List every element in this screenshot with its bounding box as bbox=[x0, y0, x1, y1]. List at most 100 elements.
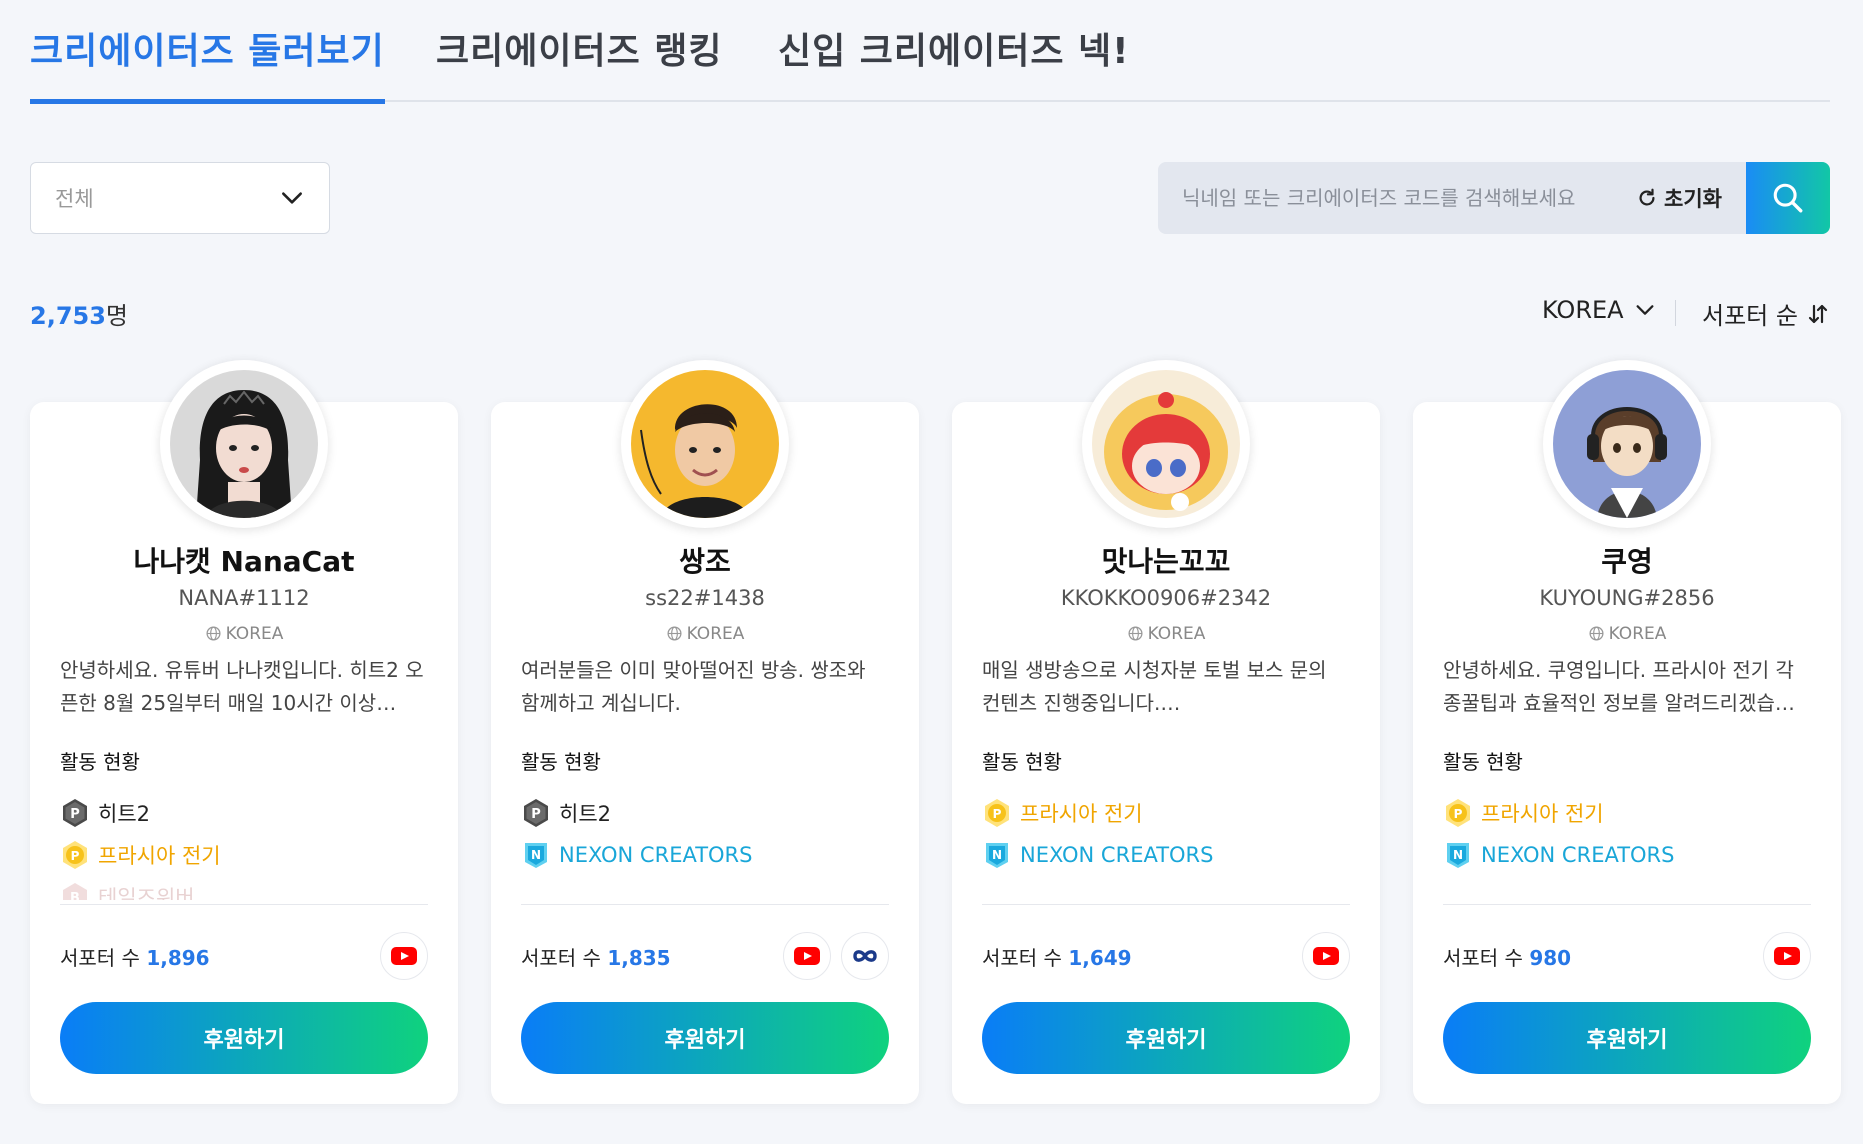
activity-title: 활동 현황 bbox=[521, 750, 601, 774]
creator-description: 안녕하세요. 유튜버 나나캣입니다. 히트2 오픈한 8월 25일부터 매일 1… bbox=[60, 658, 424, 715]
creator-description: 안녕하세요. 쿠영입니다. 프라시아 전기 각종꿀팁과 효율적인 정보를 알려드… bbox=[1443, 658, 1795, 715]
sort-select[interactable]: 서포터 순 bbox=[1702, 296, 1830, 331]
svg-text:N: N bbox=[992, 848, 1002, 862]
avatar-image bbox=[170, 370, 318, 518]
p-badge-gold-icon: P bbox=[63, 841, 87, 869]
creator-country-text: KOREA bbox=[225, 624, 284, 644]
tab-new-creators[interactable]: 신입 크리에이터즈 넥! bbox=[778, 22, 1130, 102]
avatar[interactable] bbox=[160, 360, 328, 528]
avatar[interactable] bbox=[1082, 360, 1250, 528]
sponsor-button[interactable]: 후원하기 bbox=[521, 1002, 889, 1074]
card-divider bbox=[60, 904, 428, 905]
activity-item[interactable]: N NEXON CREATORS bbox=[1443, 834, 1811, 876]
supporter-count: 서포터 수 1,896 bbox=[60, 942, 210, 971]
avatar[interactable] bbox=[1543, 360, 1711, 528]
creator-name: 쿠영 bbox=[1601, 545, 1653, 578]
result-count-number: 2,753 bbox=[30, 302, 106, 330]
nexon-badge-icon: N bbox=[525, 843, 547, 868]
sort-select-value: 서포터 순 bbox=[1702, 302, 1798, 330]
activity-list: P 히트2 P 프라시아 전기 B 테일즈위버 bbox=[60, 792, 428, 900]
creator-country: KOREA bbox=[952, 624, 1380, 644]
svg-text:P: P bbox=[531, 807, 541, 822]
p-badge-gold-icon: P bbox=[1446, 799, 1470, 827]
youtube-link-button[interactable] bbox=[1302, 932, 1350, 980]
youtube-icon bbox=[1313, 947, 1339, 965]
country-select[interactable]: KOREA bbox=[1542, 296, 1656, 324]
activity-label: 프라시아 전기 bbox=[1481, 802, 1604, 826]
search-icon bbox=[1773, 183, 1803, 213]
youtube-link-button[interactable] bbox=[783, 932, 831, 980]
nexon-badge-icon: N bbox=[986, 843, 1008, 868]
supporter-count-label: 서포터 수 bbox=[521, 946, 601, 970]
card-divider bbox=[1443, 904, 1811, 905]
creator-card: 나나캣 NanaCat NANA#1112 KOREA 안녕하세요. 유튜버 나… bbox=[30, 360, 458, 1104]
p-badge-gray-icon: P bbox=[524, 799, 548, 827]
tab-creators-ranking[interactable]: 크리에이터즈 랭킹 bbox=[436, 22, 723, 102]
svg-text:P: P bbox=[71, 849, 80, 863]
sort-arrows-icon bbox=[1808, 304, 1828, 323]
activity-title: 활동 현황 bbox=[60, 750, 140, 774]
avatar-image bbox=[1553, 370, 1701, 518]
social-links bbox=[783, 932, 889, 980]
activity-label: 히트2 bbox=[98, 802, 151, 826]
creator-code: NANA#1112 bbox=[178, 586, 310, 610]
nexon-badge-icon: N bbox=[1447, 843, 1469, 868]
activity-item[interactable]: P 프라시아 전기 bbox=[1443, 792, 1811, 834]
svg-text:N: N bbox=[531, 848, 541, 862]
creator-name: 나나캣 NanaCat bbox=[133, 545, 355, 578]
activity-list: P 프라시아 전기 N NEXON CREATORS bbox=[1443, 792, 1811, 900]
p-badge-gray-icon: P bbox=[63, 799, 87, 827]
sponsor-button[interactable]: 후원하기 bbox=[1443, 1002, 1811, 1074]
creator-country-text: KOREA bbox=[1147, 624, 1206, 644]
activity-label: NEXON CREATORS bbox=[1481, 843, 1675, 867]
avatar-image bbox=[1092, 370, 1240, 518]
activity-item[interactable]: P 히트2 bbox=[60, 792, 428, 834]
youtube-link-button[interactable] bbox=[380, 932, 428, 980]
search-button[interactable] bbox=[1746, 162, 1830, 234]
activity-item[interactable]: N NEXON CREATORS bbox=[982, 834, 1350, 876]
result-count-unit: 명 bbox=[105, 302, 129, 330]
creator-card: 맛나는꼬꼬 KKOKKO0906#2342 KOREA 매일 생방송으로 시청자… bbox=[952, 360, 1380, 1104]
creator-name: 맛나는꼬꼬 bbox=[1101, 545, 1231, 578]
supporter-count: 서포터 수 1,649 bbox=[982, 942, 1132, 971]
search-input[interactable] bbox=[1158, 162, 1637, 234]
creator-country: KOREA bbox=[491, 624, 919, 644]
creator-country: KOREA bbox=[1413, 624, 1841, 644]
activity-item[interactable]: P 히트2 bbox=[521, 792, 889, 834]
svg-text:B: B bbox=[70, 891, 80, 900]
infinity-link-button[interactable] bbox=[841, 932, 889, 980]
youtube-link-button[interactable] bbox=[1763, 932, 1811, 980]
country-select-value: KOREA bbox=[1542, 296, 1624, 324]
activity-label: 프라시아 전기 bbox=[98, 844, 221, 868]
refresh-icon bbox=[1639, 188, 1655, 206]
creator-country: KOREA bbox=[30, 624, 458, 644]
activity-item[interactable]: B 테일즈위버 bbox=[60, 876, 428, 900]
activity-label: 프라시아 전기 bbox=[1020, 802, 1143, 826]
activity-label: 히트2 bbox=[559, 802, 612, 826]
b-badge-icon: B bbox=[63, 883, 87, 900]
creator-name: 쌍조 bbox=[679, 545, 731, 578]
creator-code: KUYOUNG#2856 bbox=[1539, 586, 1715, 610]
activity-item[interactable]: N NEXON CREATORS bbox=[521, 834, 889, 876]
creator-card: 쿠영 KUYOUNG#2856 KOREA 안녕하세요. 쿠영입니다. 프라시아… bbox=[1413, 360, 1841, 1104]
svg-text:N: N bbox=[1453, 848, 1463, 862]
category-filter-value: 전체 bbox=[55, 187, 94, 211]
supporter-count-label: 서포터 수 bbox=[1443, 946, 1523, 970]
activity-item[interactable]: P 프라시아 전기 bbox=[60, 834, 428, 876]
card-divider bbox=[521, 904, 889, 905]
activity-title: 활동 현황 bbox=[982, 750, 1062, 774]
tab-browse-creators[interactable]: 크리에이터즈 둘러보기 bbox=[30, 22, 385, 104]
chevron-down-icon bbox=[1636, 305, 1654, 315]
creator-country-text: KOREA bbox=[1608, 624, 1667, 644]
infinity-icon bbox=[853, 950, 877, 962]
supporter-count-number: 980 bbox=[1529, 946, 1572, 970]
activity-item[interactable]: P 프라시아 전기 bbox=[982, 792, 1350, 834]
sponsor-button[interactable]: 후원하기 bbox=[982, 1002, 1350, 1074]
avatar[interactable] bbox=[621, 360, 789, 528]
reset-button[interactable]: 초기화 bbox=[1636, 183, 1722, 213]
sponsor-button[interactable]: 후원하기 bbox=[60, 1002, 428, 1074]
youtube-icon bbox=[1774, 947, 1800, 965]
category-filter-select[interactable]: 전체 bbox=[30, 162, 330, 234]
supporter-count: 서포터 수 1,835 bbox=[521, 942, 671, 971]
sort-divider bbox=[1675, 300, 1676, 326]
